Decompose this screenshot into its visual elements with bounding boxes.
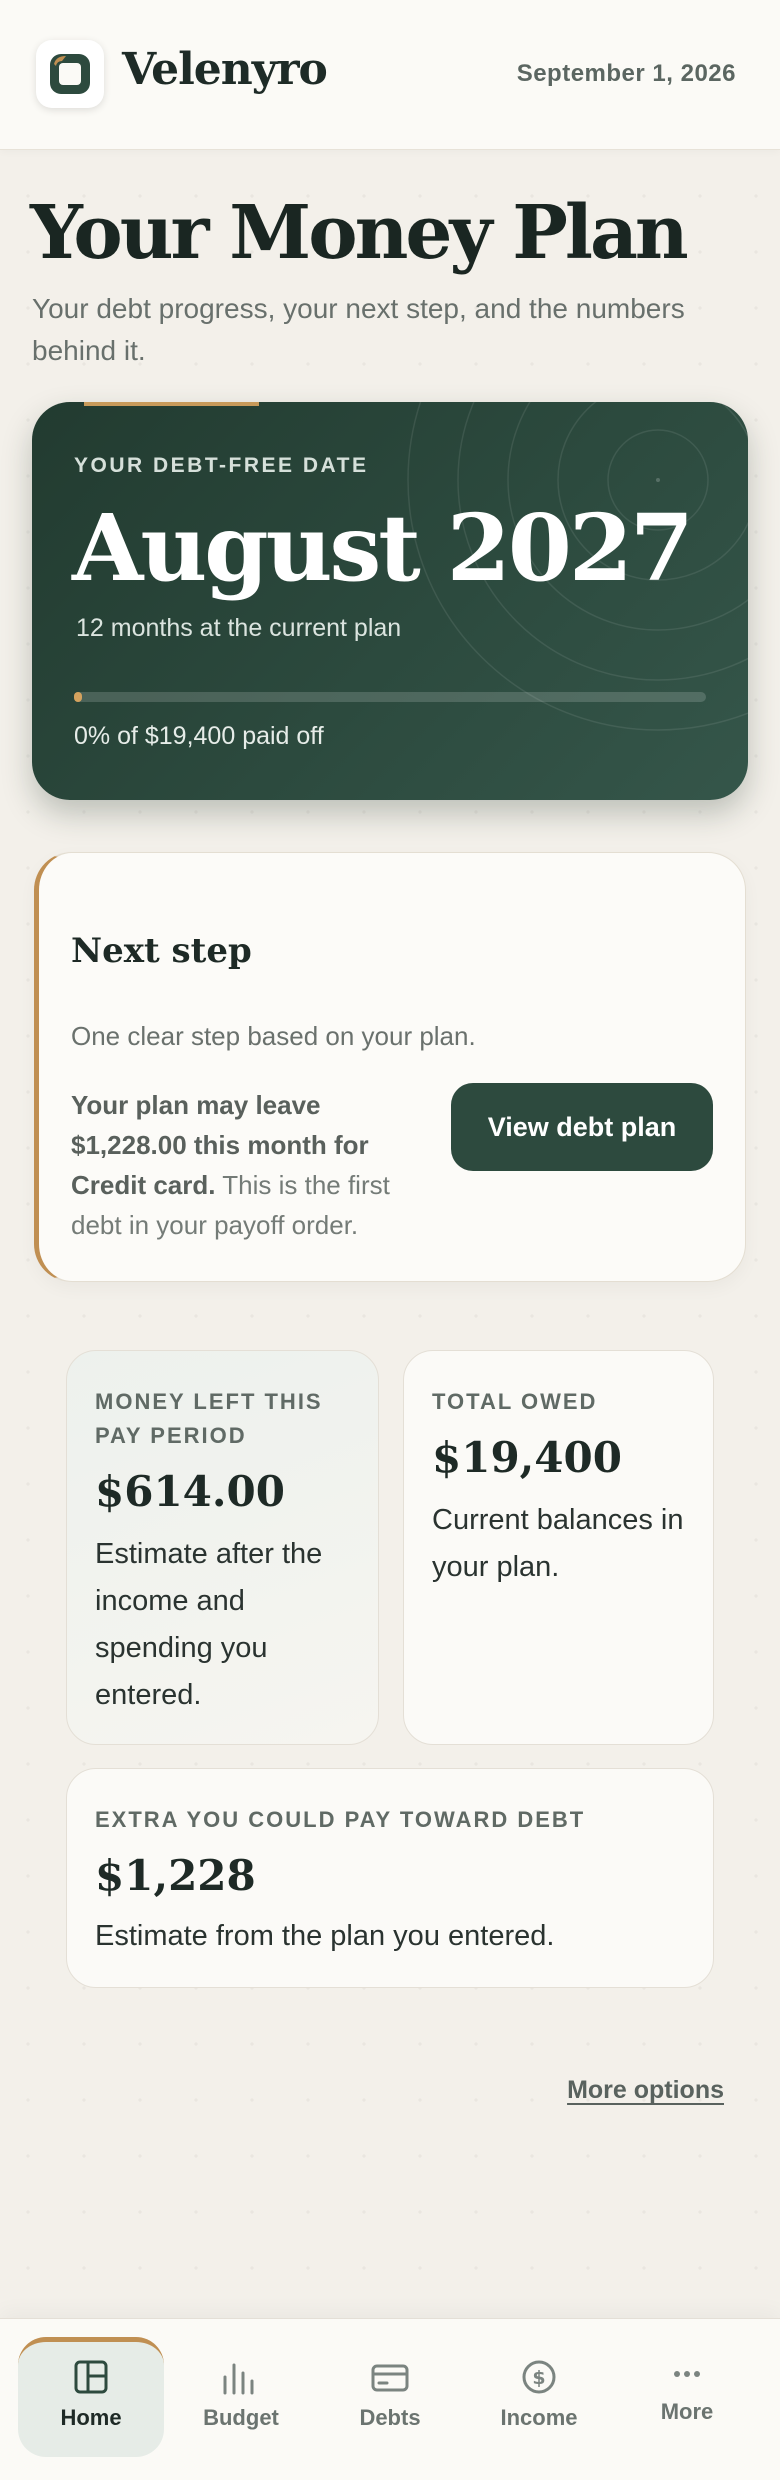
- more-dots-icon: [674, 2371, 700, 2377]
- nav-item-debts[interactable]: Debts: [317, 2337, 463, 2457]
- view-debt-plan-button[interactable]: View debt plan: [451, 1083, 713, 1171]
- home-icon: [74, 2360, 108, 2394]
- total-owed-note: Current balances in your plan.: [432, 1504, 684, 1583]
- app-header: Velenyro September 1, 2026: [0, 0, 780, 150]
- app-logo[interactable]: [36, 40, 104, 108]
- debt-free-date-card: YOUR DEBT-FREE DATE August 2027 12 month…: [32, 402, 748, 800]
- credit-card-icon: [371, 2364, 409, 2392]
- page-title: Your Money Plan: [30, 190, 689, 276]
- bottom-nav: Home Budget Debts $ Income More: [0, 2318, 780, 2480]
- bar-chart-icon: [223, 2363, 254, 2395]
- extra-pay-label: EXTRA YOU COULD PAY TOWARD DEBT: [95, 1807, 586, 1832]
- more-options-link[interactable]: More options: [567, 2076, 724, 2105]
- nav-label-income: Income: [500, 2405, 578, 2430]
- next-step-card: Next step One clear step based on your p…: [34, 852, 746, 1282]
- nav-item-home[interactable]: Home: [18, 2337, 164, 2457]
- paid-off-text: 0% of $19,400 paid off: [74, 722, 324, 750]
- money-left-value: $614.00: [95, 1467, 285, 1516]
- months-remaining: 12 months at the current plan: [76, 614, 402, 642]
- hero-label: YOUR DEBT-FREE DATE: [74, 454, 369, 477]
- next-step-body: Your plan may leave $1,228.00 this month…: [71, 1085, 427, 1245]
- header-date: September 1, 2026: [516, 60, 736, 87]
- extra-pay-value: $1,228: [95, 1851, 256, 1900]
- total-owed-label: TOTAL OWED: [432, 1389, 598, 1414]
- total-owed-card: TOTAL OWED $19,400 Current balances in y…: [403, 1350, 714, 1745]
- nav-label-more: More: [660, 2399, 714, 2424]
- nav-item-more[interactable]: More: [614, 2337, 760, 2457]
- page-subtitle: Your debt progress, your next step, and …: [32, 293, 685, 366]
- svg-text:$: $: [532, 2367, 545, 2389]
- nav-item-income[interactable]: $ Income: [466, 2337, 612, 2457]
- next-step-description: One clear step based on your plan.: [71, 1021, 476, 1051]
- payoff-progress-bar: [74, 692, 706, 702]
- total-owed-value: $19,400: [432, 1433, 622, 1482]
- hero-accent-bar: [84, 402, 259, 406]
- dollar-circle-icon: $: [522, 2360, 556, 2394]
- nav-label-debts: Debts: [359, 2405, 421, 2430]
- debt-free-date: August 2027: [72, 494, 694, 602]
- brand-name: Velenyro: [122, 44, 328, 95]
- nav-item-budget[interactable]: Budget: [168, 2337, 314, 2457]
- payoff-progress-fill: [74, 692, 82, 702]
- nav-label-budget: Budget: [203, 2405, 279, 2430]
- extra-pay-card: EXTRA YOU COULD PAY TOWARD DEBT $1,228 E…: [66, 1768, 714, 1988]
- nav-label-home: Home: [60, 2405, 122, 2430]
- extra-pay-note: Estimate from the plan you entered.: [95, 1920, 555, 1952]
- next-step-title: Next step: [71, 931, 252, 971]
- money-left-card: MONEY LEFT THIS PAY PERIOD $614.00 Estim…: [66, 1350, 379, 1745]
- logo-icon: [50, 54, 90, 94]
- money-left-note: Estimate after the income and spending y…: [95, 1538, 323, 1711]
- money-left-label: MONEY LEFT THIS PAY PERIOD: [95, 1389, 323, 1448]
